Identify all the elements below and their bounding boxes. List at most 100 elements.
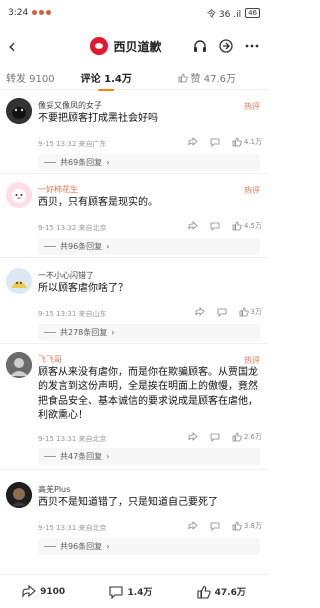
comment-author[interactable]: 飞飞哥 <box>38 354 62 365</box>
comment-meta: 9-15 13:32 来自北京 <box>38 224 107 232</box>
comment-icon <box>217 308 226 317</box>
nav-title-group: 西贝道歉 <box>60 37 192 55</box>
share-action[interactable] <box>195 307 205 317</box>
reply-action[interactable] <box>217 307 227 317</box>
comment-meta: 9-15 13:31 来自北京 <box>38 524 107 532</box>
repost-icon <box>22 584 36 598</box>
comment-author[interactable]: 像妥又像凤的女子 <box>38 100 102 111</box>
tab-comments[interactable]: 评论 1.4万 <box>81 70 132 91</box>
repost-button[interactable]: 9100 <box>22 584 66 599</box>
comment-text: 所以顾客虐你啥了？ <box>38 283 128 294</box>
comment-author[interactable]: 高羌Plus <box>38 484 70 495</box>
like-count: 2.6万 <box>243 433 262 441</box>
share-icon <box>195 307 205 316</box>
like-action[interactable]: 3.8万 <box>232 521 262 531</box>
bottom-action-bar: 9100 1.4万 47.6万 <box>0 574 268 608</box>
comment-item: 一不小心闪错了 所以顾客虐你啥了？ 9-15 13:31 来自山东 3万 共27… <box>0 258 268 344</box>
comment-author[interactable]: 一不小心闪错了 <box>38 270 94 281</box>
comment-text: 顾客从来没有虐你，而是你在欺骗顾客。从贾国龙的发言到这份声明，全是挨在明面上的傲… <box>38 367 258 422</box>
like-count: 4.5万 <box>243 222 262 230</box>
like-icon <box>232 521 242 531</box>
repost-count: 9100 <box>40 586 66 597</box>
like-action[interactable]: 3万 <box>239 307 262 317</box>
page-title: 西贝道歉 <box>113 39 162 54</box>
status-time: 3:24 <box>8 8 29 18</box>
like-count: 47.6万 <box>214 588 246 598</box>
like-icon <box>232 137 242 147</box>
avatar[interactable] <box>6 182 32 208</box>
comment-actions: 4.1万 <box>188 137 262 147</box>
comment-item: 飞飞哥 热评 顾客从来没有虐你，而是你在欺骗顾客。从贾国龙的发言到这份声明，全是… <box>0 344 268 470</box>
replies-link[interactable]: 共96条回复 › <box>38 538 260 555</box>
comment-item: 高羌Plus 西贝不是知道错了，只是知道自己要死了 9-15 13:31 来自北… <box>0 470 268 560</box>
like-icon <box>197 585 211 599</box>
tab-reposts[interactable]: 转发 9100 <box>6 70 55 85</box>
comment-actions: 4.5万 <box>188 221 262 231</box>
like-count: 4.1万 <box>243 138 262 146</box>
comment-list: 像妥又像凤的女子 热评 不要把顾客打成黑社会好吗 9-15 13:32 来自广东… <box>0 92 268 560</box>
comment-actions: 3.8万 <box>188 521 262 531</box>
comment-meta: 9-15 13:32 来自广东 <box>38 140 107 148</box>
comment-icon <box>210 138 220 147</box>
avatar[interactable] <box>6 482 32 508</box>
avatar[interactable] <box>6 268 32 294</box>
share-icon <box>188 521 198 530</box>
like-action[interactable]: 4.5万 <box>232 221 262 231</box>
hot-comment-badge: 热评 <box>244 102 260 111</box>
status-signal-text: 令 36 .il <box>207 9 242 20</box>
reply-action[interactable] <box>210 137 220 147</box>
like-action[interactable]: 4.1万 <box>232 137 262 147</box>
like-action[interactable]: 2.6万 <box>232 432 262 442</box>
more-icon[interactable] <box>244 38 260 54</box>
reply-action[interactable] <box>210 521 220 531</box>
tab-likes-label: 赞 47.6万 <box>190 74 236 85</box>
comment-meta: 9-15 13:31 来自山东 <box>38 310 107 318</box>
back-arrow-icon[interactable]: ‹ <box>8 34 30 58</box>
tab-bar: 转发 9100 评论 1.4万 赞 47.6万 <box>0 66 268 91</box>
replies-count: 共69条回复 <box>60 158 103 167</box>
comment-text: 西贝不是知道错了，只是知道自己要死了 <box>38 497 218 508</box>
replies-count: 共278条回复 <box>60 328 108 337</box>
comment-actions: 3万 <box>195 307 262 317</box>
hot-comment-badge: 热评 <box>244 186 260 195</box>
comment-button[interactable]: 1.4万 <box>109 585 152 599</box>
weibo-logo-icon <box>90 37 109 55</box>
avatar[interactable] <box>6 352 32 378</box>
replies-link[interactable]: 共96条回复 › <box>38 238 260 255</box>
like-icon <box>178 73 188 82</box>
like-count: 3万 <box>250 308 262 316</box>
tab-likes[interactable]: 赞 47.6万 <box>178 70 236 85</box>
comment-icon <box>210 522 220 531</box>
replies-count: 共96条回复 <box>60 242 103 251</box>
comment-text: 不要把顾客打成黑社会好吗 <box>38 113 158 124</box>
like-icon <box>232 432 242 442</box>
nav-bar: ‹ 西贝道歉 <box>0 26 268 66</box>
notification-dots-icon <box>32 8 53 18</box>
share-action[interactable] <box>188 521 198 531</box>
comment-count: 1.4万 <box>127 588 153 598</box>
like-count: 3.8万 <box>243 522 262 530</box>
share-action[interactable] <box>188 432 198 442</box>
headphones-icon[interactable] <box>192 38 208 54</box>
share-action[interactable] <box>188 221 198 231</box>
avatar[interactable] <box>6 98 32 124</box>
comment-icon <box>210 433 220 442</box>
reply-action[interactable] <box>210 221 220 231</box>
comment-item: 像妥又像凤的女子 热评 不要把顾客打成黑社会好吗 9-15 13:32 来自广东… <box>0 92 268 174</box>
replies-count: 共47条回复 <box>60 452 103 461</box>
replies-link[interactable]: 共69条回复 › <box>38 154 260 171</box>
replies-link[interactable]: 共278条回复 › <box>38 324 260 341</box>
replies-link[interactable]: 共47条回复 › <box>38 448 260 465</box>
hot-comment-badge: 热评 <box>244 356 260 365</box>
like-icon <box>232 221 242 231</box>
comment-author[interactable]: 一好柿花生 <box>38 184 78 195</box>
comment-icon <box>109 585 123 599</box>
like-button[interactable]: 47.6万 <box>197 585 246 599</box>
reply-action[interactable] <box>210 432 220 442</box>
share-icon[interactable] <box>218 38 234 54</box>
status-bar: 3:24 令 36 .il 46 <box>0 0 268 26</box>
comment-text: 西贝，只有顾客是现实的。 <box>38 197 158 208</box>
battery-icon: 46 <box>245 8 260 18</box>
comment-actions: 2.6万 <box>188 432 262 442</box>
share-action[interactable] <box>188 137 198 147</box>
